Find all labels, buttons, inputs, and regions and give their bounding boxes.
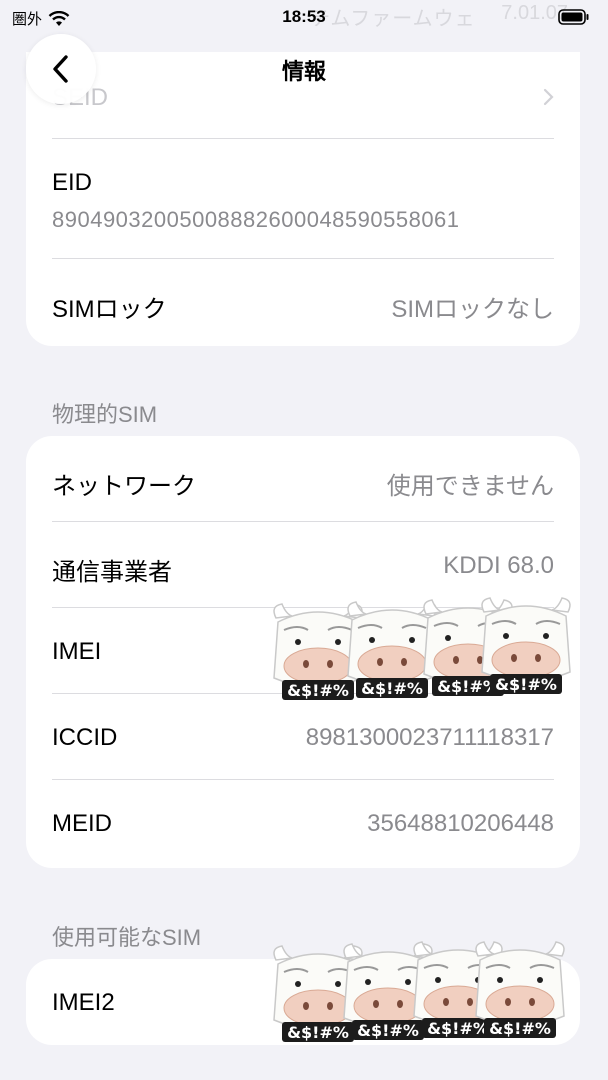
iccid-value: 8981300023711118317 — [305, 724, 554, 751]
eid-value[interactable]: 89049032005008882600048590558061 — [52, 207, 460, 233]
network-value: 使用できません — [386, 473, 554, 500]
imei-label: IMEI — [52, 638, 102, 665]
status-bar: 圏外 18:53 — [0, 0, 608, 36]
carrier-label-row: 通信事業者 — [52, 559, 172, 586]
physical-sim-header: 物理的SIM — [52, 402, 158, 427]
iccid-label: ICCID — [52, 724, 118, 751]
meid-row: MEID 35648810206448 — [52, 780, 554, 866]
navigation-bar: 情報 — [0, 30, 608, 106]
sticker-text: &$!#% — [495, 675, 557, 694]
status-time: 18:53 — [282, 7, 326, 26]
simlock-label: SIMロック — [52, 296, 167, 323]
eid-label: EID — [52, 169, 93, 196]
network-label: ネットワーク — [52, 473, 196, 500]
meid-value: 35648810206448 — [367, 810, 554, 837]
eid-row[interactable]: EID 89049032005008882600048590558061 — [52, 139, 554, 259]
sticker-text: &$!#% — [489, 1019, 551, 1038]
meid-label: MEID — [52, 810, 112, 837]
simlock-value: SIMロックなし — [391, 296, 554, 323]
battery-icon — [558, 9, 590, 30]
available-sim-header: 使用可能なSIM — [52, 925, 202, 950]
cow-sticker: &$!#% — [470, 938, 570, 1048]
network-row: ネットワーク 使用できません — [52, 436, 554, 522]
imei2-label: IMEI2 — [52, 989, 115, 1016]
page-title: 情報 — [281, 59, 326, 84]
carrier-value: KDDI 68.0 — [443, 552, 554, 579]
simlock-row: SIMロック SIMロックなし — [52, 259, 554, 346]
cow-sticker: &$!#% — [476, 594, 576, 704]
